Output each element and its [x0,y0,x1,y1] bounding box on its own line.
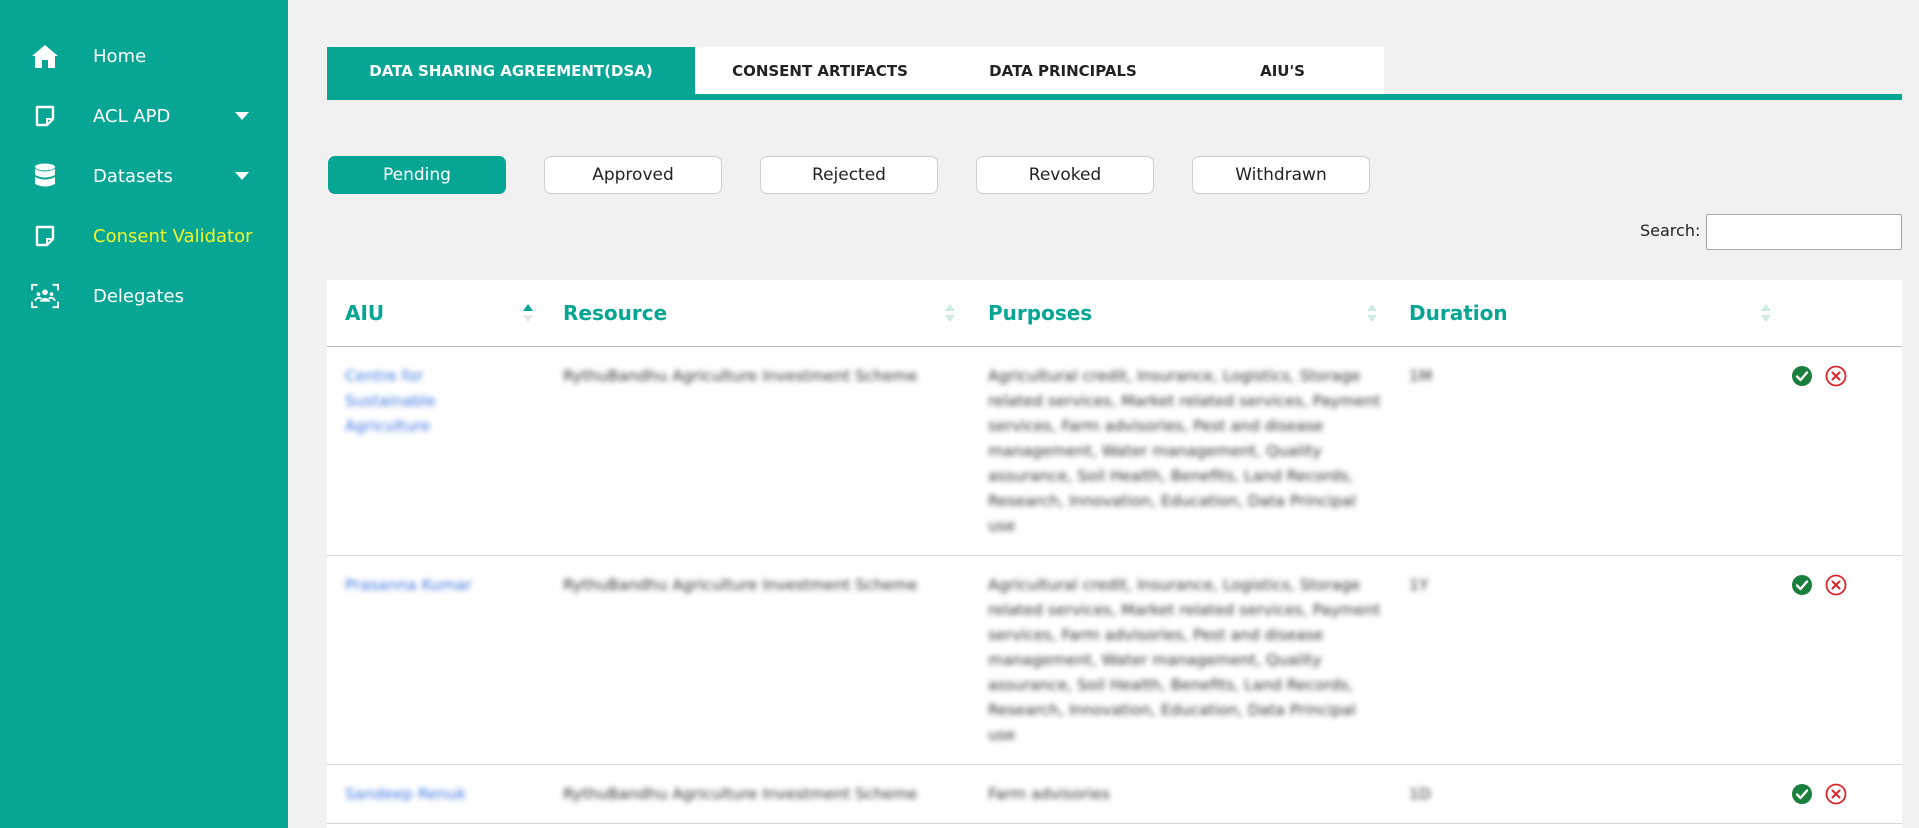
note-icon [31,102,59,130]
table-row: Prasanna Kumar RythuBandhu Agriculture I… [327,556,1902,765]
approve-icon[interactable] [1791,783,1813,805]
sidebar-item-datasets[interactable]: Datasets [0,154,288,198]
aiu-link[interactable]: Centre for Sustainable Agriculture [345,364,495,439]
column-header-aiu[interactable]: AIU [345,301,384,325]
note-icon [31,222,59,250]
sort-icon[interactable] [944,302,956,324]
tab-consent-artifacts[interactable]: CONSENT ARTIFACTS [695,47,945,95]
filter-rejected-button[interactable]: Rejected [760,156,938,194]
users-icon [31,282,59,310]
sidebar-item-delegates[interactable]: Delegates [0,274,288,318]
column-header-purposes[interactable]: Purposes [988,301,1092,325]
chevron-down-icon[interactable] [233,110,251,122]
sidebar-item-label: Home [93,45,147,67]
resource-cell: RythuBandhu Agriculture Investment Schem… [563,576,918,594]
sort-ascending-icon[interactable] [522,302,534,324]
purposes-cell: Farm advisories [988,785,1110,803]
approve-icon[interactable] [1791,574,1813,596]
chevron-down-icon[interactable] [233,170,251,182]
reject-icon[interactable] [1825,574,1847,596]
filter-approved-button[interactable]: Approved [544,156,722,194]
filter-revoked-button[interactable]: Revoked [976,156,1154,194]
reject-icon[interactable] [1825,365,1847,387]
sidebar-item-label: Datasets [93,165,173,187]
duration-cell: 1Y [1409,576,1429,594]
table-row: Centre for Sustainable Agriculture Rythu… [327,347,1902,556]
resource-cell: RythuBandhu Agriculture Investment Schem… [563,785,918,803]
tab-data-sharing-agreement[interactable]: DATA SHARING AGREEMENT(DSA) [327,47,695,95]
purposes-cell: Agricultural credit, Insurance, Logistic… [988,576,1381,744]
sidebar-item-acl-apd[interactable]: ACL APD [0,94,288,138]
tab-aius[interactable]: AIU'S [1181,47,1384,95]
purposes-cell: Agricultural credit, Insurance, Logistic… [988,367,1381,535]
column-header-duration[interactable]: Duration [1409,301,1508,325]
sidebar: Home ACL APD Datasets Consent Validator [0,0,288,828]
sidebar-item-consent-validator[interactable]: Consent Validator [0,214,288,258]
resource-cell: RythuBandhu Agriculture Investment Schem… [563,367,918,385]
duration-cell: 1D [1409,785,1431,803]
sidebar-item-label: Delegates [93,285,184,307]
reject-icon[interactable] [1825,783,1847,805]
dsa-table: AIU Resource Purposes Duration Centre fo… [327,280,1902,828]
tab-underline [327,94,1902,100]
filter-pending-button[interactable]: Pending [328,156,506,194]
aiu-link[interactable]: Sandeep Renuk [345,782,535,807]
sidebar-item-label: Consent Validator [93,225,253,247]
home-icon [31,42,59,70]
sort-icon[interactable] [1760,302,1772,324]
filter-withdrawn-button[interactable]: Withdrawn [1192,156,1370,194]
sidebar-item-home[interactable]: Home [0,34,288,78]
table-row: Sandeep Renuk RythuBandhu Agriculture In… [327,765,1902,824]
approve-icon[interactable] [1791,365,1813,387]
tab-bar: DATA SHARING AGREEMENT(DSA) CONSENT ARTI… [327,47,1384,95]
main-content: DATA SHARING AGREEMENT(DSA) CONSENT ARTI… [288,0,1919,828]
table-header: AIU Resource Purposes Duration [327,280,1902,347]
sort-icon[interactable] [1366,302,1378,324]
search-label: Search: [1640,221,1701,240]
search-input[interactable] [1706,214,1902,250]
database-icon [31,162,59,190]
aiu-link[interactable]: Prasanna Kumar [345,573,535,598]
column-header-resource[interactable]: Resource [563,301,667,325]
tab-data-principals[interactable]: DATA PRINCIPALS [945,47,1181,95]
duration-cell: 1M [1409,367,1433,385]
sidebar-item-label: ACL APD [93,105,171,127]
